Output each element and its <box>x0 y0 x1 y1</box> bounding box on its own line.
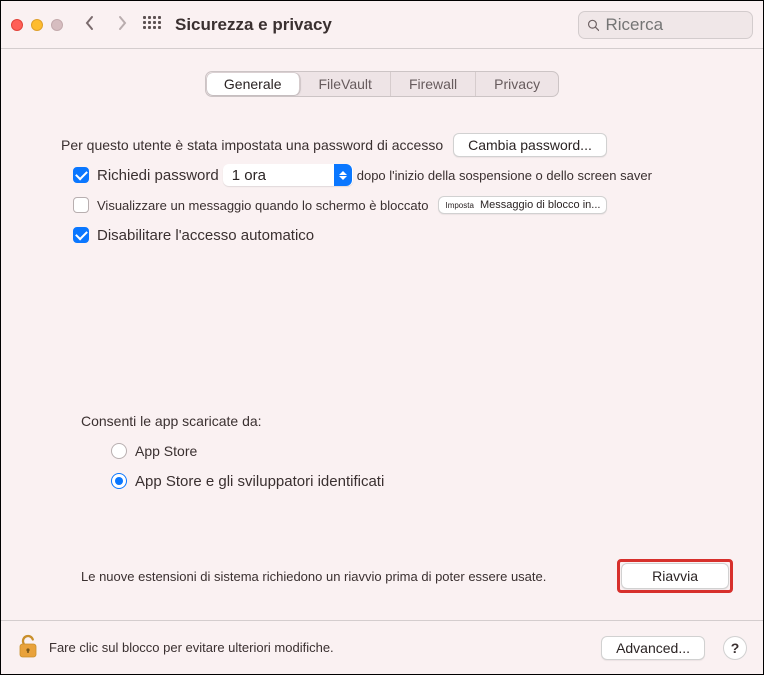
password-set-row: Per questo utente è stata impostata una … <box>31 133 733 157</box>
close-window-button[interactable] <box>11 19 23 31</box>
allow-apps-appstore-label: App Store <box>135 443 197 459</box>
advanced-button[interactable]: Advanced... <box>601 636 705 660</box>
allow-apps-appstore-radio[interactable] <box>111 443 127 459</box>
show-lock-message-checkbox[interactable] <box>73 197 89 213</box>
restart-message: Le nuove estensioni di sistema richiedon… <box>81 569 546 584</box>
set-lock-message-text: Messaggio di blocco in... <box>480 199 600 211</box>
restart-highlight-box: Riavvia <box>617 559 733 593</box>
bottom-bar: Fare clic sul blocco per evitare ulterio… <box>1 620 763 674</box>
search-icon <box>587 18 599 32</box>
allow-apps-heading: Consenti le app scaricate da: <box>81 413 262 429</box>
set-lock-message-button[interactable]: Imposta Messaggio di blocco in... <box>438 196 607 214</box>
search-input[interactable] <box>603 14 744 36</box>
forward-button[interactable] <box>115 15 129 34</box>
back-button[interactable] <box>83 15 97 34</box>
minimize-window-button[interactable] <box>31 19 43 31</box>
window-title: Sicurezza e privacy <box>175 15 332 35</box>
login-password-section: Per questo utente è stata impostata una … <box>31 127 733 253</box>
require-password-row: Richiedi password 1 ora dopo l'inizio de… <box>31 163 733 187</box>
password-set-text: Per questo utente è stata impostata una … <box>61 137 443 153</box>
preferences-window: Sicurezza e privacy Generale FileVault F… <box>0 0 764 675</box>
show-lock-message-label: Visualizzare un messaggio quando lo sche… <box>97 198 428 213</box>
require-password-suffix: dopo l'inizio della sospensione o dello … <box>357 168 652 183</box>
disable-auto-login-row: Disabilitare l'accesso automatico <box>31 223 733 247</box>
require-password-delay-value: 1 ora <box>230 167 334 184</box>
popup-stepper-icon <box>334 164 352 186</box>
tab-bar: Generale FileVault Firewall Privacy <box>205 71 559 97</box>
chevron-left-icon <box>83 15 97 31</box>
set-lock-message-prefix: Imposta <box>445 201 473 210</box>
require-password-label: Richiedi password <box>97 167 219 184</box>
require-password-delay-popup[interactable]: 1 ora <box>223 164 353 186</box>
allow-apps-section: Consenti le app scaricate da: App Store … <box>31 403 733 499</box>
fullscreen-window-button[interactable] <box>51 19 63 31</box>
allow-apps-identified-label: App Store e gli sviluppatori identificat… <box>135 473 384 490</box>
change-password-button[interactable]: Cambia password... <box>453 133 607 157</box>
show-lock-message-row: Visualizzare un messaggio quando lo sche… <box>31 193 733 217</box>
restart-button[interactable]: Riavvia <box>621 563 729 589</box>
allow-apps-identified-radio[interactable] <box>111 473 127 489</box>
lock-button[interactable] <box>17 633 39 662</box>
content-area: Generale FileVault Firewall Privacy Per … <box>1 49 763 620</box>
tab-general[interactable]: Generale <box>207 73 300 95</box>
help-button[interactable]: ? <box>723 636 747 660</box>
search-field-container[interactable] <box>578 11 753 39</box>
nav-arrows <box>83 15 129 34</box>
window-controls <box>11 19 63 31</box>
tab-privacy[interactable]: Privacy <box>476 72 558 96</box>
show-all-prefs-button[interactable] <box>143 16 161 34</box>
unlocked-lock-icon <box>17 633 39 659</box>
require-password-checkbox[interactable] <box>73 167 89 183</box>
titlebar: Sicurezza e privacy <box>1 1 763 49</box>
chevron-right-icon <box>115 15 129 31</box>
restart-row: Le nuove estensioni di sistema richiedon… <box>31 559 733 593</box>
tab-filevault[interactable]: FileVault <box>301 72 391 96</box>
lock-hint-text: Fare clic sul blocco per evitare ulterio… <box>49 640 334 655</box>
disable-auto-login-checkbox[interactable] <box>73 227 89 243</box>
tab-firewall[interactable]: Firewall <box>391 72 476 96</box>
disable-auto-login-label: Disabilitare l'accesso automatico <box>97 227 314 244</box>
